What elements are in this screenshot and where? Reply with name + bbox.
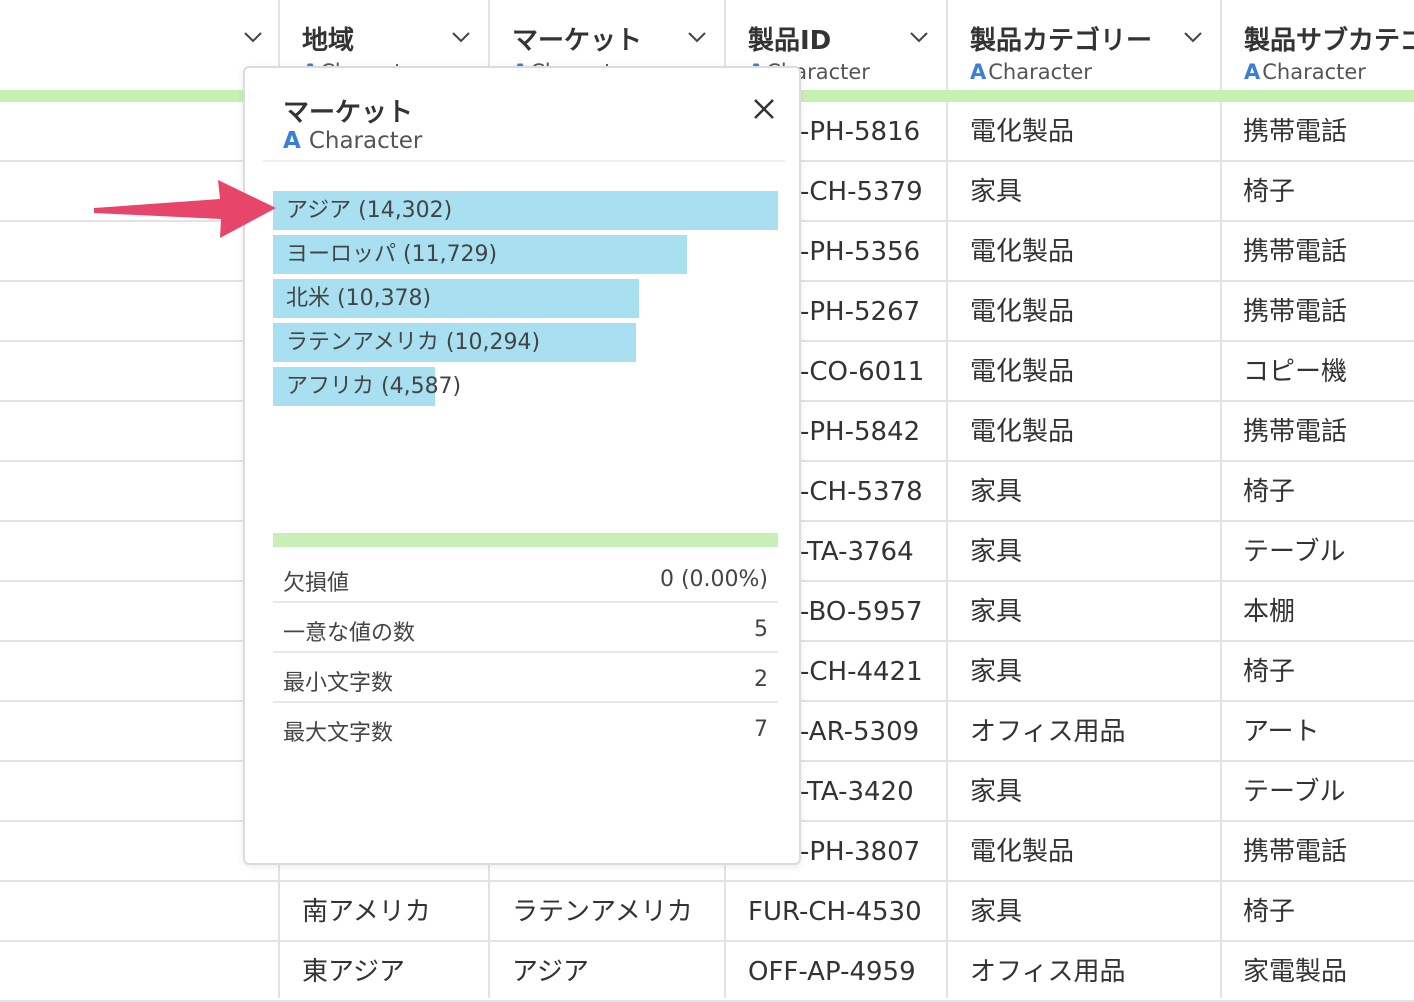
chevron-down-icon[interactable] (686, 26, 708, 48)
data-quality-bar (273, 533, 778, 547)
stat-label: 欠損値 (283, 571, 350, 596)
arrow-icon (94, 180, 276, 238)
table-cell: 家具 (970, 897, 1023, 927)
character-type-icon: A (283, 128, 301, 154)
character-type-icon: A (970, 60, 987, 84)
table-cell: 携帯電話 (1243, 117, 1348, 147)
table-cell: 電化製品 (970, 297, 1075, 327)
chevron-down-icon[interactable] (1182, 26, 1204, 48)
column-name: 製品サブカテゴ (1244, 26, 1414, 56)
table-cell: テーブル (1243, 537, 1346, 567)
table-cell: OFF-AP-4959 (748, 957, 916, 987)
chevron-down-icon[interactable] (450, 26, 472, 48)
table-cell: -TA-3764 (800, 537, 914, 567)
table-cell: 電化製品 (970, 117, 1075, 147)
table-cell: 電化製品 (970, 837, 1075, 867)
stat-value: 2 (754, 667, 768, 692)
column-name: 地域 (302, 26, 355, 56)
table-cell: -PH-5267 (800, 297, 921, 327)
table-cell: 家具 (970, 777, 1023, 807)
column-header-subcategory[interactable]: 製品サブカテゴ ACharacter (1222, 0, 1414, 90)
table-cell: -CH-4421 (800, 657, 923, 687)
stat-row: 最小文字数 2 (273, 653, 778, 703)
column-name: 製品カテゴリー (970, 26, 1153, 56)
distribution-bar-label: ヨーロッパ (11,729) (286, 242, 498, 267)
table-cell: -CH-5378 (800, 477, 923, 507)
table-cell: テーブル (1243, 777, 1346, 807)
table-cell: -PH-5356 (800, 237, 921, 267)
table-cell: -TA-3420 (800, 777, 914, 807)
stat-label: 一意な値の数 (283, 621, 416, 646)
table-cell: 椅子 (1243, 657, 1296, 687)
table-cell: -BO-5957 (800, 597, 923, 627)
table-cell: アート (1243, 717, 1320, 747)
table-cell: コピー機 (1243, 357, 1348, 387)
table-cell: アジア (512, 957, 589, 987)
chevron-down-icon[interactable] (908, 26, 930, 48)
distribution-bar-label: ラテンアメリカ (10,294) (286, 330, 541, 355)
table-cell: -PH-3807 (800, 837, 921, 867)
table-cell: 携帯電話 (1243, 837, 1348, 867)
table-cell: 携帯電話 (1243, 297, 1348, 327)
stat-value: 7 (754, 717, 768, 742)
table-cell: 電化製品 (970, 357, 1075, 387)
distribution-bar-label: アフリカ (4,587) (286, 374, 462, 399)
table-cell: -AR-5309 (800, 717, 920, 747)
stat-row: 最大文字数 7 (273, 703, 778, 753)
column-header-0[interactable] (0, 0, 278, 90)
popup-type: A Character (283, 128, 423, 154)
popup-divider (263, 160, 785, 162)
chevron-down-icon[interactable] (242, 26, 264, 48)
table-cell: -CH-5379 (800, 177, 923, 207)
table-row: 南アメリカ ラテンアメリカ FUR-CH-4530 家具 椅子 (0, 882, 1414, 942)
table-cell: 電化製品 (970, 417, 1075, 447)
table-cell: オフィス用品 (970, 957, 1126, 987)
table-cell: 家電製品 (1243, 957, 1348, 987)
stat-value: 0 (0.00%) (659, 567, 768, 592)
popup-title: マーケット (283, 98, 414, 128)
stat-row: 欠損値 0 (0.00%) (273, 553, 778, 603)
table-cell: 椅子 (1243, 477, 1296, 507)
table-cell: 椅子 (1243, 177, 1296, 207)
stat-label: 最大文字数 (283, 721, 394, 746)
table-cell: 椅子 (1243, 897, 1296, 927)
table-cell: -PH-5842 (800, 417, 921, 447)
column-type: ACharacter (970, 60, 1092, 84)
column-summary-popup: マーケット A Character アジア (14,302) ヨーロッパ (11,7… (243, 66, 801, 865)
table-cell: 携帯電話 (1243, 237, 1348, 267)
table-cell: 本棚 (1243, 597, 1296, 627)
close-icon[interactable] (751, 96, 777, 122)
table-cell: ラテンアメリカ (512, 897, 693, 927)
column-type: ACharacter (1244, 60, 1366, 84)
table-cell: 電化製品 (970, 237, 1075, 267)
distribution-bar-label: アジア (14,302) (286, 198, 453, 223)
table-cell: FUR-CH-4530 (748, 897, 922, 927)
table-cell: -CO-6011 (800, 357, 925, 387)
stat-value: 5 (754, 617, 768, 642)
table-cell: 家具 (970, 657, 1023, 687)
distribution-bar-label: 北米 (10,378) (286, 286, 432, 311)
column-name: マーケット (512, 26, 643, 56)
table-cell: -PH-5816 (800, 117, 921, 147)
character-type-icon: A (1244, 60, 1261, 84)
table-cell: 東アジア (302, 957, 405, 987)
stat-label: 最小文字数 (283, 671, 394, 696)
table-row: 東アジア アジア OFF-AP-4959 オフィス用品 家電製品 (0, 942, 1414, 1002)
table-cell: 家具 (970, 537, 1023, 567)
table-cell: 家具 (970, 597, 1023, 627)
table-cell: オフィス用品 (970, 717, 1126, 747)
table-cell: 携帯電話 (1243, 417, 1348, 447)
table-cell: 家具 (970, 477, 1023, 507)
stat-row: 一意な値の数 5 (273, 603, 778, 653)
table-cell: 家具 (970, 177, 1023, 207)
column-header-category[interactable]: 製品カテゴリー ACharacter (948, 0, 1220, 90)
table-cell: 南アメリカ (302, 897, 431, 927)
column-name: 製品ID (748, 26, 832, 56)
